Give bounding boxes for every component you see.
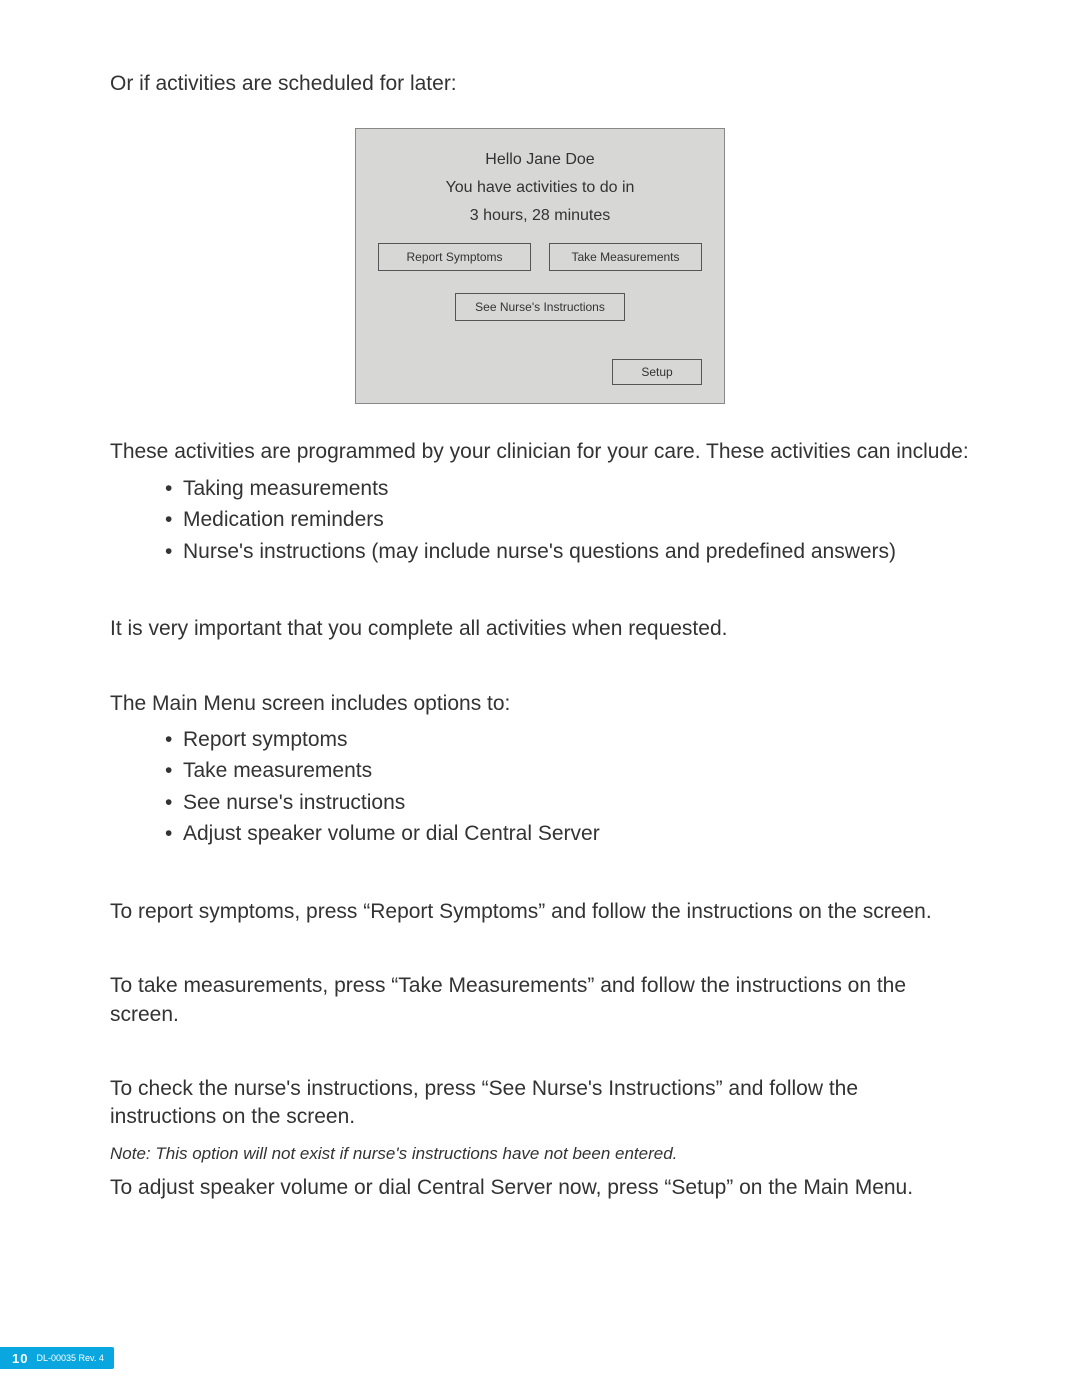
list-item: See nurse's instructions	[165, 787, 970, 819]
setup-button[interactable]: Setup	[612, 359, 702, 385]
programmed-paragraph: These activities are programmed by your …	[110, 438, 970, 466]
device-screenshot: Hello Jane Doe You have activities to do…	[355, 128, 725, 404]
take-paragraph: To take measurements, press “Take Measur…	[110, 972, 970, 1029]
see-nurses-instructions-button[interactable]: See Nurse's Instructions	[455, 293, 625, 321]
report-paragraph: To report symptoms, press “Report Sympto…	[110, 898, 970, 926]
check-paragraph: To check the nurse's instructions, press…	[110, 1075, 970, 1132]
device-time-line: 3 hours, 28 minutes	[378, 207, 702, 225]
device-activities-line: You have activities to do in	[378, 179, 702, 197]
mainmenu-intro: The Main Menu screen includes options to…	[110, 690, 970, 718]
doc-id: DL-00035 Rev. 4	[36, 1353, 103, 1363]
footer-bar: 10 DL-00035 Rev. 4	[0, 1347, 114, 1369]
mainmenu-list: Report symptoms Take measurements See nu…	[110, 724, 970, 850]
list-item: Take measurements	[165, 755, 970, 787]
take-measurements-button[interactable]: Take Measurements	[549, 243, 702, 271]
intro-line: Or if activities are scheduled for later…	[110, 70, 970, 98]
document-page: Or if activities are scheduled for later…	[0, 0, 1080, 1397]
setup-paragraph: To adjust speaker volume or dial Central…	[110, 1174, 970, 1202]
activities-list: Taking measurements Medication reminders…	[110, 473, 970, 568]
note-text: Note: This option will not exist if nurs…	[110, 1144, 970, 1164]
list-item: Medication reminders	[165, 504, 970, 536]
list-item: Taking measurements	[165, 473, 970, 505]
important-paragraph: It is very important that you complete a…	[110, 615, 970, 643]
list-item: Adjust speaker volume or dial Central Se…	[165, 818, 970, 850]
report-symptoms-button[interactable]: Report Symptoms	[378, 243, 531, 271]
list-item: Report symptoms	[165, 724, 970, 756]
list-item: Nurse's instructions (may include nurse'…	[165, 536, 970, 568]
page-number: 10	[12, 1351, 28, 1366]
device-greeting: Hello Jane Doe	[378, 151, 702, 169]
